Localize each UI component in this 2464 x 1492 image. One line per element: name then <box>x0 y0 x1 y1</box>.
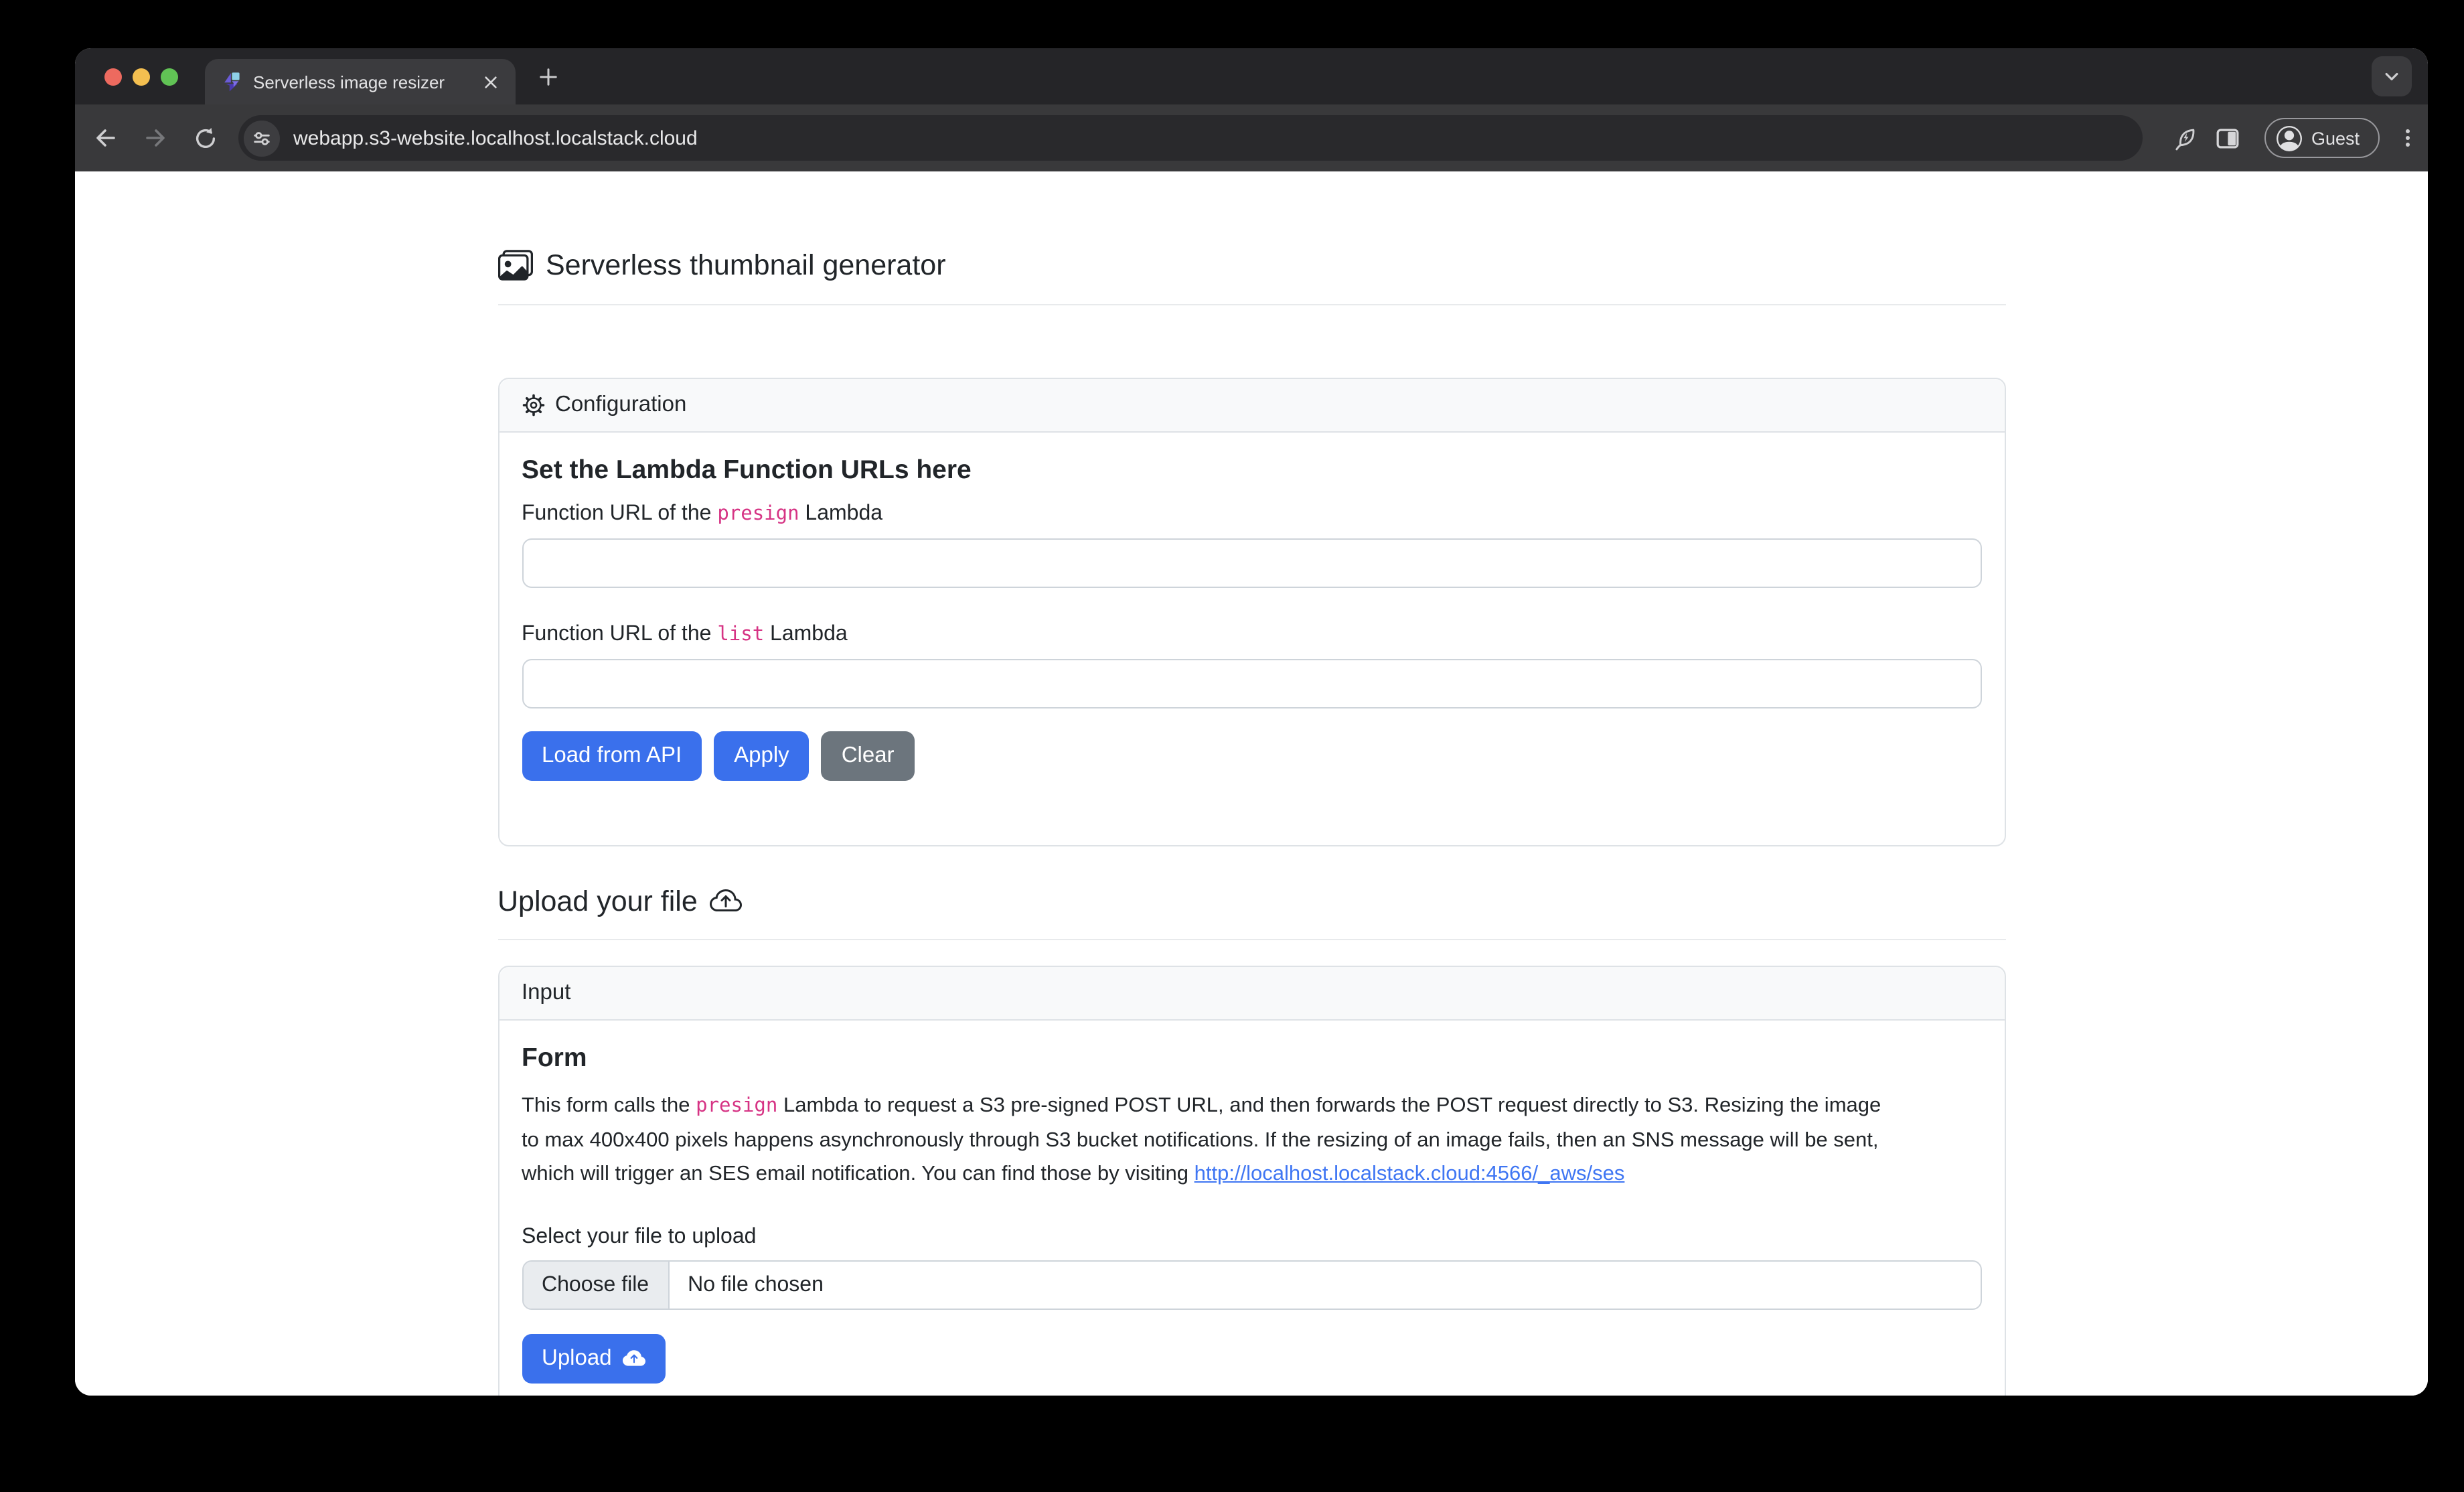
presign-url-label: Function URL of the presign Lambda <box>522 502 1981 526</box>
performance-leaf-icon[interactable] <box>2163 117 2206 159</box>
close-window-button[interactable] <box>104 68 122 86</box>
new-tab-button[interactable] <box>536 64 560 88</box>
divider <box>497 304 2005 305</box>
input-card-header: Input <box>499 967 2004 1021</box>
cloud-arrow-up-icon <box>710 885 742 917</box>
clear-button[interactable]: Clear <box>822 731 915 781</box>
browser-window: Serverless image resizer <box>75 48 2428 1396</box>
reload-icon[interactable] <box>182 115 228 161</box>
presign-label-post: Lambda <box>799 502 883 525</box>
avatar-icon <box>2277 125 2302 151</box>
configuration-card: Configuration Set the Lambda Function UR… <box>497 378 2005 846</box>
desktop: Serverless image resizer <box>0 0 2464 1492</box>
configuration-card-body: Set the Lambda Function URLs here Functi… <box>499 433 2004 845</box>
form-description: This form calls the presign Lambda to re… <box>522 1089 1981 1191</box>
list-url-input[interactable] <box>522 659 1981 708</box>
description-line: to max 400x400 pixels happens asynchrono… <box>522 1124 1981 1157</box>
url-text[interactable]: webapp.s3-website.localhost.localstack.c… <box>293 127 698 149</box>
presign-code: presign <box>717 504 799 525</box>
tab-strip: Serverless image resizer <box>75 48 2428 104</box>
file-input[interactable]: Choose file No file chosen <box>522 1260 1981 1310</box>
tab-search-chevron-button[interactable] <box>2372 56 2412 96</box>
apply-button[interactable]: Apply <box>714 731 810 781</box>
minimize-window-button[interactable] <box>133 68 150 86</box>
divider <box>497 939 2005 940</box>
desc-text: Lambda to request a S3 pre-signed POST U… <box>777 1094 1881 1117</box>
file-select-label: Select your file to upload <box>522 1225 1981 1250</box>
input-card-title: Input <box>522 980 570 1006</box>
configuration-card-header: Configuration <box>499 379 2004 433</box>
input-card: Input Form This form calls the presign L… <box>497 966 2005 1396</box>
cloud-arrow-up-fill-icon <box>623 1347 645 1370</box>
lambda-urls-heading: Set the Lambda Function URLs here <box>522 455 1981 486</box>
desc-text: which will trigger an SES email notifica… <box>522 1163 1195 1185</box>
back-icon[interactable] <box>83 115 129 161</box>
list-url-label: Function URL of the list Lambda <box>522 623 1981 647</box>
forward-icon[interactable] <box>133 115 178 161</box>
desc-text: This form calls the <box>522 1094 696 1117</box>
presign-code-inline: presign <box>696 1096 777 1117</box>
tab-title: Serverless image resizer <box>253 72 478 92</box>
load-from-api-button[interactable]: Load from API <box>522 731 702 781</box>
page-title-row: Serverless thumbnail generator <box>497 245 2005 285</box>
description-line: which will trigger an SES email notifica… <box>522 1157 1981 1191</box>
configuration-buttons: Load from API Apply Clear <box>522 731 1981 781</box>
profile-name: Guest <box>2311 128 2360 148</box>
input-card-body: Form This form calls the presign Lambda … <box>499 1021 2004 1396</box>
upload-heading-row: Upload your file <box>497 881 2005 921</box>
browser-menu-icon[interactable] <box>2386 117 2428 159</box>
tab-favicon-icon <box>221 71 242 92</box>
configuration-card-title: Configuration <box>555 392 686 418</box>
presign-url-input[interactable] <box>522 538 1981 588</box>
upload-section-heading: Upload your file <box>497 885 698 918</box>
images-icon <box>497 248 532 283</box>
gear-icon <box>522 394 544 417</box>
file-chosen-status: No file chosen <box>669 1262 842 1309</box>
side-panel-icon[interactable] <box>2206 117 2248 159</box>
list-code: list <box>717 624 764 646</box>
site-settings-icon[interactable] <box>244 120 280 156</box>
profile-button[interactable]: Guest <box>2264 118 2380 158</box>
presign-label-pre: Function URL of the <box>522 502 717 525</box>
upload-button-label: Upload <box>542 1346 612 1371</box>
ses-link[interactable]: http://localhost.localstack.cloud:4566/_… <box>1195 1163 1625 1185</box>
web-page: Serverless thumbnail generator <box>75 171 2428 1396</box>
choose-file-button[interactable]: Choose file <box>523 1262 669 1309</box>
description-line: This form calls the presign Lambda to re… <box>522 1089 1981 1124</box>
zoom-window-button[interactable] <box>161 68 178 86</box>
list-label-post: Lambda <box>764 623 848 646</box>
url-bar[interactable]: webapp.s3-website.localhost.localstack.c… <box>238 115 2143 161</box>
upload-button[interactable]: Upload <box>522 1334 666 1384</box>
page-title: Serverless thumbnail generator <box>546 248 946 282</box>
form-heading: Form <box>522 1043 1981 1074</box>
browser-toolbar: webapp.s3-website.localhost.localstack.c… <box>75 104 2428 171</box>
browser-tab[interactable]: Serverless image resizer <box>205 59 516 104</box>
tab-close-icon[interactable] <box>478 70 502 94</box>
list-label-pre: Function URL of the <box>522 623 717 646</box>
